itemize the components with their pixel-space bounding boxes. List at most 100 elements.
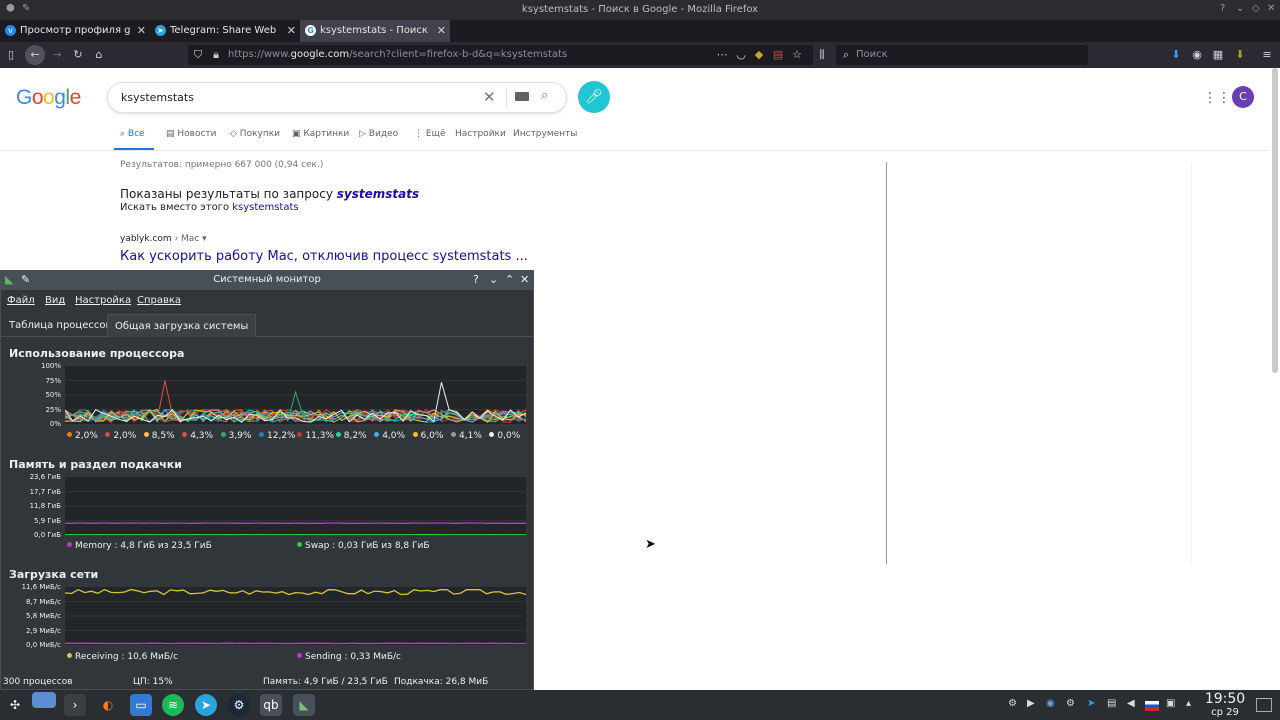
extension-icon[interactable]: ◆: [751, 47, 767, 63]
corrected-term-link[interactable]: systemstats: [337, 187, 419, 201]
url-bar[interactable]: ⛉ 🔒︎ https://www.google.com/search?clien…: [188, 45, 813, 65]
sysmon-title: Системный монитор: [213, 274, 321, 285]
tab-vk-profile[interactable]: v Просмотр профиля garik ✕: [0, 20, 150, 42]
system-monitor-task-icon[interactable]: ◣: [293, 694, 315, 716]
voice-search-icon[interactable]: 🎤︎: [578, 81, 610, 113]
menu-help[interactable]: Справка: [137, 295, 181, 306]
page-scrollbar[interactable]: [1272, 68, 1278, 373]
pocket-icon[interactable]: ◡: [733, 47, 749, 63]
account-avatar[interactable]: C: [1232, 86, 1254, 108]
search-icon[interactable]: ⌕: [541, 88, 548, 103]
media-player-icon[interactable]: ▶: [1027, 698, 1035, 709]
tab-more[interactable]: ⋮ Ещё: [414, 129, 446, 139]
cpu-legend-item: 4,1%: [451, 431, 482, 441]
clock[interactable]: 19:50 ср 29: [1204, 691, 1246, 719]
home-icon[interactable]: ⌂: [91, 47, 107, 63]
tab-video[interactable]: ▷ Видео: [359, 129, 398, 139]
hamburger-menu-icon[interactable]: ≡: [1259, 47, 1275, 63]
reload-icon[interactable]: ↻: [70, 47, 86, 63]
close-tab-icon[interactable]: ✕: [287, 24, 296, 37]
clipboard-icon[interactable]: ▤: [1107, 698, 1116, 709]
tab-all[interactable]: ⌕ Все: [120, 129, 145, 139]
active-tab-indicator: [114, 148, 154, 150]
tab-news[interactable]: ▤ Новости: [166, 129, 217, 139]
extensions-grid-icon[interactable]: ▦: [1210, 47, 1226, 63]
page-actions-icon[interactable]: ⋯: [714, 47, 730, 63]
menu-file[interactable]: Файл: [7, 295, 35, 306]
show-desktop-icon[interactable]: [1256, 698, 1272, 712]
downloads-icon[interactable]: ⬇: [1168, 47, 1184, 63]
tracking-shield-icon[interactable]: ⛉: [190, 47, 206, 63]
file-manager-icon[interactable]: ▭: [130, 694, 152, 716]
close-icon[interactable]: ✕: [1267, 3, 1275, 14]
keyboard-layout-ru-icon[interactable]: [1145, 701, 1159, 711]
app-launcher-icon[interactable]: ✣: [4, 694, 26, 716]
tab-shopping[interactable]: ◇ Покупки: [230, 129, 280, 139]
lock-icon[interactable]: 🔒︎: [208, 47, 224, 63]
cpu-legend-value: 6,0%: [420, 431, 444, 441]
steam-tray-icon[interactable]: ⚙: [1066, 698, 1075, 709]
tray-expand-icon[interactable]: ▴: [1186, 698, 1191, 709]
volume-icon[interactable]: ◀: [1127, 698, 1135, 709]
tab-google-search[interactable]: G ksystemstats - Поиск в Go ✕: [300, 20, 450, 42]
library-icon[interactable]: ⫼: [814, 47, 830, 63]
menu-settings[interactable]: Настройка: [75, 295, 131, 306]
minimize-icon[interactable]: ⌄: [1236, 3, 1244, 14]
telegram-tray-icon[interactable]: ➤: [1087, 698, 1095, 709]
pager-desktop-icon[interactable]: [32, 692, 56, 708]
sidebar-icon[interactable]: ▯: [3, 47, 19, 63]
google-logo[interactable]: Google: [16, 86, 81, 110]
legend-dot: [374, 432, 380, 437]
maximize-icon[interactable]: ⌃: [505, 273, 514, 286]
us-flag-icon[interactable]: ▤: [770, 47, 786, 63]
sending-legend-item: Sending : 0,33 МиБ/с: [297, 652, 401, 662]
help-icon[interactable]: ?: [473, 273, 479, 286]
clear-icon[interactable]: ✕: [483, 88, 496, 106]
addon-badge-icon[interactable]: ⬇: [1232, 47, 1248, 63]
result-title-link[interactable]: Как ускорить работу Mac, отключив процес…: [120, 249, 528, 264]
original-term-link[interactable]: ksystemstats: [232, 202, 298, 213]
back-icon[interactable]: ←: [25, 45, 45, 65]
settings-tray-icon[interactable]: ⚙: [1008, 698, 1017, 709]
firefox-icon[interactable]: ◐: [97, 694, 119, 716]
spotify-icon[interactable]: ≋: [162, 694, 184, 716]
bookmark-star-icon[interactable]: ☆: [789, 47, 805, 63]
cite-menu-icon[interactable]: ▾: [202, 234, 207, 244]
keyboard-icon[interactable]: [515, 92, 529, 101]
help-icon[interactable]: ?: [1220, 3, 1225, 14]
tab-images[interactable]: ▣ Картинки: [292, 129, 349, 139]
search-bar[interactable]: ⌕ Поиск: [836, 45, 1088, 65]
legend-dot: [335, 432, 341, 437]
maximize-icon[interactable]: ◇: [1252, 3, 1260, 14]
minimize-icon[interactable]: ⌄: [489, 273, 498, 286]
tab-telegram[interactable]: ➤ Telegram: Share Web Page ✕: [150, 20, 300, 42]
steam-icon[interactable]: ⚙: [228, 694, 250, 716]
cpu-legend-value: 3,9%: [228, 431, 252, 441]
y-tick-label: 5,8 МиБ/с: [26, 612, 61, 620]
close-tab-icon[interactable]: ✕: [437, 24, 446, 37]
qbittorrent-tray-icon[interactable]: ◉: [1046, 698, 1055, 709]
tab-system-load[interactable]: Общая загрузка системы: [107, 314, 257, 337]
close-tab-icon[interactable]: ✕: [137, 24, 146, 37]
google-search-box[interactable]: ksystemstats ✕ ⌕: [107, 82, 567, 113]
y-tick-label: 5,9 ГиБ: [34, 516, 61, 525]
telegram-icon[interactable]: ➤: [195, 694, 217, 716]
swap-legend-item: Swap : 0,03 ГиБ из 8,8 ГиБ: [297, 541, 430, 551]
network-section-title: Загрузка сети: [9, 568, 99, 581]
forward-icon[interactable]: →: [49, 47, 65, 63]
menu-view[interactable]: Вид: [45, 295, 65, 306]
tab-tools[interactable]: Инструменты: [513, 129, 577, 139]
tab-settings[interactable]: Настройки: [455, 129, 506, 139]
terminal-icon[interactable]: ›: [64, 694, 86, 716]
cpu-legend-item: 11,3%: [297, 431, 334, 441]
sysmon-tabs: Таблица процессов Общая загрузка системы: [1, 314, 533, 337]
net-series-line: [64, 588, 527, 596]
tab-process-table[interactable]: Таблица процессов: [2, 314, 118, 337]
cpu-legend-value: 4,1%: [459, 431, 482, 441]
network-icon[interactable]: ▣: [1166, 698, 1175, 709]
cpu-legend-item: 0,0%: [489, 431, 520, 441]
cpu-plot: [64, 366, 527, 424]
qbittorrent-icon[interactable]: qb: [260, 694, 282, 716]
account-icon[interactable]: ◉: [1189, 47, 1205, 63]
close-icon[interactable]: ✕: [520, 273, 529, 286]
